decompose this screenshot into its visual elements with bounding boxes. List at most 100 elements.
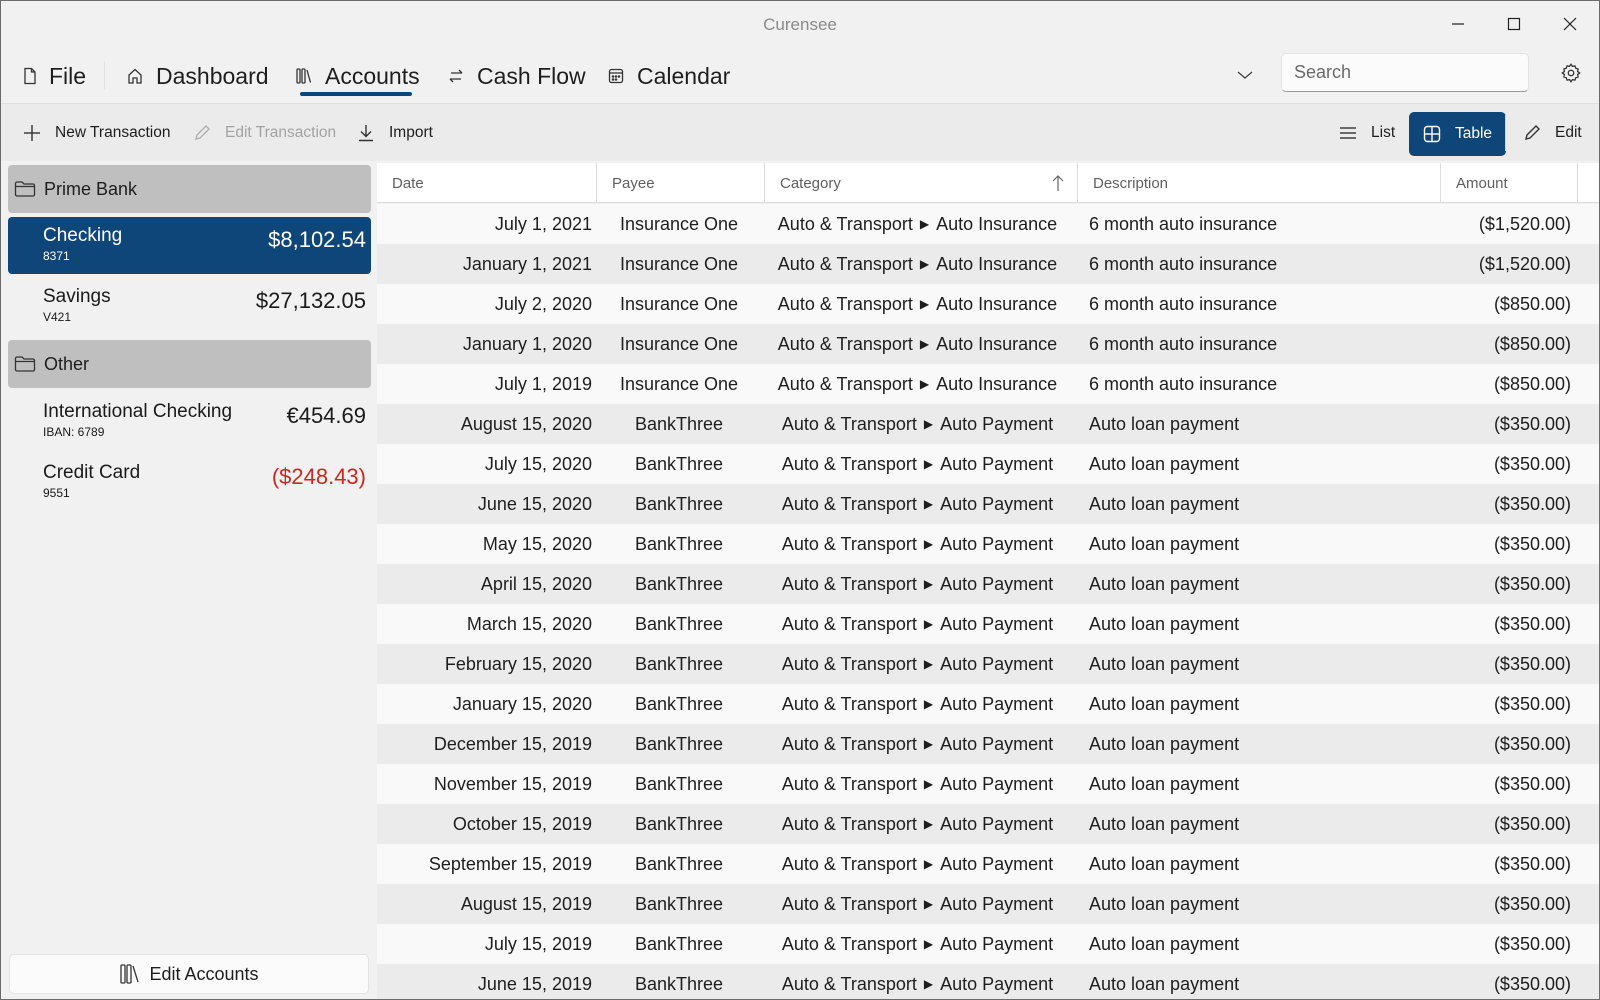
list-icon (1340, 127, 1356, 139)
column-header-date[interactable]: Date (377, 163, 597, 203)
new-transaction-button[interactable]: New Transaction (17, 116, 176, 150)
category-child: Auto Payment (940, 614, 1054, 634)
tab-dashboard[interactable]: Dashboard (126, 57, 269, 95)
file-icon (24, 67, 36, 85)
category-separator-icon: ▶ (923, 617, 934, 631)
cell-description: Auto loan payment (1089, 974, 1240, 994)
edit-accounts-button[interactable]: Edit Accounts (9, 954, 369, 994)
cell-amount: ($850.00) (1493, 334, 1571, 354)
list-view-label: List (1371, 124, 1396, 141)
column-header-amount[interactable]: Amount (1441, 163, 1578, 203)
cell-description: Auto loan payment (1089, 654, 1240, 674)
cell-date: February 15, 2020 (444, 654, 592, 674)
cell-date: December 15, 2019 (433, 734, 592, 754)
pencil-icon (195, 125, 210, 140)
cell-description: Auto loan payment (1089, 454, 1240, 474)
cell-description: Auto loan payment (1089, 934, 1240, 954)
table-row[interactable]: July 2, 2020 Insurance One Auto & Transpor… (377, 284, 1599, 324)
table-view-button[interactable]: Table (1409, 112, 1507, 156)
settings-button[interactable] (1557, 59, 1585, 87)
cell-payee: BankThree (634, 494, 724, 514)
category-parent: Auto & Transport (781, 454, 917, 474)
plus-icon (24, 125, 40, 141)
tab-calendar[interactable]: Calendar (607, 57, 730, 95)
edit-transaction-button[interactable]: Edit Transaction (187, 116, 342, 150)
table-row[interactable]: September 15, 2019 BankThree Auto & Transp… (377, 844, 1599, 884)
category-child: Auto Insurance (936, 214, 1058, 234)
table-row[interactable]: July 15, 2020 BankThree Auto & Transport ▶ A… (377, 444, 1599, 484)
cell-amount: ($350.00) (1493, 574, 1571, 594)
cell-payee: BankThree (634, 974, 724, 994)
tab-accounts[interactable]: Accounts (295, 57, 420, 95)
table-row[interactable]: August 15, 2019 BankThree Auto & Transport… (377, 884, 1599, 924)
cell-payee: BankThree (634, 454, 724, 474)
account-item-savings[interactable]: Savings V421 $27,132.05 (8, 278, 371, 335)
list-view-button[interactable]: List (1333, 116, 1401, 150)
column-label: Amount (1456, 174, 1508, 192)
import-label: Import (389, 124, 433, 141)
table-row[interactable]: August 15, 2020 BankThree Auto & Transport… (377, 404, 1599, 444)
tab-dashboard-label: Dashboard (156, 62, 269, 89)
folder-icon (14, 181, 36, 197)
cell-payee: BankThree (634, 894, 724, 914)
file-label: File (49, 62, 87, 89)
search-input[interactable] (1294, 62, 1526, 83)
table-row[interactable]: June 15, 2019 BankThree Auto & Transport ▶ A… (377, 964, 1599, 999)
table-row[interactable]: June 15, 2020 BankThree Auto & Transport ▶ A… (377, 484, 1599, 524)
cell-amount: ($350.00) (1493, 734, 1571, 754)
cell-amount: ($350.00) (1493, 814, 1571, 834)
more-tabs-button[interactable] (1231, 63, 1259, 87)
table-row[interactable]: January 1, 2020 Insurance One Auto & Trans… (377, 324, 1599, 364)
cell-date: September 15, 2019 (428, 854, 592, 874)
table-row[interactable]: October 15, 2019 BankThree Auto & Transpor… (377, 804, 1599, 844)
account-group-other[interactable]: Other (8, 340, 371, 388)
table-row[interactable]: March 15, 2020 BankThree Auto & Transport ▶… (377, 604, 1599, 644)
table-row[interactable]: April 15, 2020 BankThree Auto & Transport ▶… (377, 564, 1599, 604)
tab-cash-flow[interactable]: Cash Flow (447, 57, 586, 95)
table-row[interactable]: November 15, 2019 BankThree Auto & Transpo… (377, 764, 1599, 804)
account-item-international-checking[interactable]: International Checking IBAN: 6789 €454.6… (8, 393, 371, 450)
cell-description: Auto loan payment (1089, 534, 1240, 554)
column-label: Date (392, 174, 424, 192)
maximize-button[interactable] (1491, 9, 1537, 39)
import-button[interactable]: Import (351, 116, 439, 150)
table-row[interactable]: July 1, 2019 Insurance One Auto & Transpor… (377, 364, 1599, 404)
account-balance: ($248.43) (271, 464, 366, 489)
edit-button[interactable]: Edit (1517, 116, 1588, 150)
cell-amount: ($350.00) (1493, 494, 1571, 514)
cell-date: May 15, 2020 (482, 534, 592, 554)
cell-date: November 15, 2019 (433, 774, 592, 794)
cell-category: Auto & Transport ▶ Auto Insurance (761, 364, 1074, 404)
table-row[interactable]: July 1, 2021 Insurance One Auto & Transpor… (377, 204, 1599, 244)
cell-date: July 1, 2021 (494, 214, 592, 234)
cell-description: 6 month auto insurance (1089, 294, 1278, 314)
minimize-button[interactable] (1435, 9, 1481, 39)
cell-amount: ($350.00) (1493, 774, 1571, 794)
table-row[interactable]: December 15, 2019 BankThree Auto & Transpo… (377, 724, 1599, 764)
cell-description: 6 month auto insurance (1089, 334, 1278, 354)
file-menu[interactable]: File (23, 57, 86, 95)
category-parent: Auto & Transport (777, 254, 913, 274)
cell-amount: ($350.00) (1493, 974, 1571, 994)
table-row[interactable]: February 15, 2020 BankThree Auto & Transpo… (377, 644, 1599, 684)
table-row[interactable]: July 15, 2019 BankThree Auto & Transport ▶ A… (377, 924, 1599, 964)
close-button[interactable] (1547, 9, 1593, 39)
table-row[interactable]: May 15, 2020 BankThree Auto & Transport ▶ Au… (377, 524, 1599, 564)
table-row[interactable]: January 15, 2020 BankThree Auto & Transpor… (377, 684, 1599, 724)
column-header-category[interactable]: Category (765, 163, 1078, 203)
cell-description: Auto loan payment (1089, 854, 1240, 874)
account-item-credit-card[interactable]: Credit Card 9551 ($248.43) (8, 454, 371, 511)
column-header-description[interactable]: Description (1078, 163, 1441, 203)
cell-date: March 15, 2020 (466, 614, 592, 634)
cell-payee: BankThree (634, 934, 724, 954)
calendar-icon (608, 68, 624, 84)
category-child: Auto Insurance (936, 294, 1058, 314)
account-group-prime-bank[interactable]: Prime Bank (8, 165, 371, 213)
cell-date: July 1, 2019 (494, 374, 592, 394)
column-header-payee[interactable]: Payee (597, 163, 765, 203)
table-row[interactable]: January 1, 2021 Insurance One Auto & Trans… (377, 244, 1599, 284)
search-box[interactable] (1281, 53, 1529, 92)
cell-category: Auto & Transport ▶ Auto Payment (761, 564, 1074, 604)
account-item-checking[interactable]: Checking 8371 $8,102.54 (8, 217, 371, 274)
category-child: Auto Payment (940, 494, 1054, 514)
